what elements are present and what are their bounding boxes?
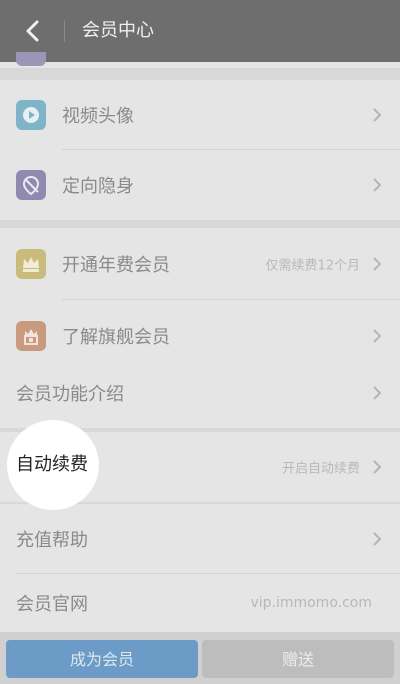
menu-item-features-intro[interactable]: 会员功能介绍 [0, 358, 400, 428]
become-member-button[interactable]: 成为会员 [6, 640, 198, 678]
page-title: 会员中心 [82, 20, 154, 41]
official-site-url: vip.immomo.com [250, 595, 372, 611]
menu-item-recharge-help[interactable]: 充值帮助 [0, 504, 400, 574]
chevron-right-icon [373, 460, 382, 474]
menu-group-features: 会员功能介绍 [0, 358, 400, 428]
menu-group-help: 充值帮助 会员官网 vip.immomo.com [0, 504, 400, 632]
chevron-right-icon [373, 532, 382, 546]
menu-item-label: 充值帮助 [16, 530, 88, 551]
chevron-right-icon [373, 329, 382, 343]
header-divider [64, 20, 65, 42]
menu-item-label: 会员官网 [16, 594, 88, 615]
menu-list: 视频头像 定向隐身 开通年费会员 仅需续费12个月 了解旗舰会员 会员功能介绍 … [0, 52, 400, 632]
back-arrow-icon[interactable] [24, 20, 42, 42]
menu-item-official-site[interactable]: 会员官网 vip.immomo.com [0, 574, 400, 632]
menu-group-membership: 开通年费会员 仅需续费12个月 了解旗舰会员 [0, 228, 400, 372]
menu-group-privileges: 视频头像 定向隐身 [0, 80, 400, 220]
chevron-right-icon [373, 386, 382, 400]
menu-group-top [0, 52, 400, 68]
menu-item-label: 视频头像 [62, 106, 134, 127]
video-play-icon [16, 100, 46, 130]
chevron-right-icon [373, 257, 382, 271]
auto-renew-hint: 开启自动续费 [281, 461, 360, 477]
menu-item-label: 定向隐身 [62, 176, 134, 197]
gift-button[interactable]: 赠送 [202, 640, 394, 678]
chevron-right-icon [373, 108, 382, 122]
bottom-action-bar: 成为会员 赠送 [0, 632, 400, 684]
menu-item-targeted-invisible[interactable]: 定向隐身 [0, 150, 400, 220]
app-header: 会员中心 [0, 0, 400, 62]
menu-item-label: 会员功能介绍 [16, 384, 124, 405]
menu-item-label: 了解旗舰会员 [62, 327, 170, 348]
menu-item-label: 开通年费会员 [62, 255, 170, 276]
crown-icon [16, 249, 46, 279]
auto-renew-label[interactable]: 自动续费 [16, 452, 88, 478]
annual-member-hint: 仅需续费12个月 [265, 258, 360, 274]
partial-icon [16, 52, 46, 66]
menu-item-video-avatar[interactable]: 视频头像 [0, 80, 400, 150]
chevron-right-icon [373, 178, 382, 192]
location-hide-icon [16, 170, 46, 200]
flag-crown-icon [16, 321, 46, 351]
menu-item-annual-member[interactable]: 开通年费会员 仅需续费12个月 [0, 228, 400, 300]
